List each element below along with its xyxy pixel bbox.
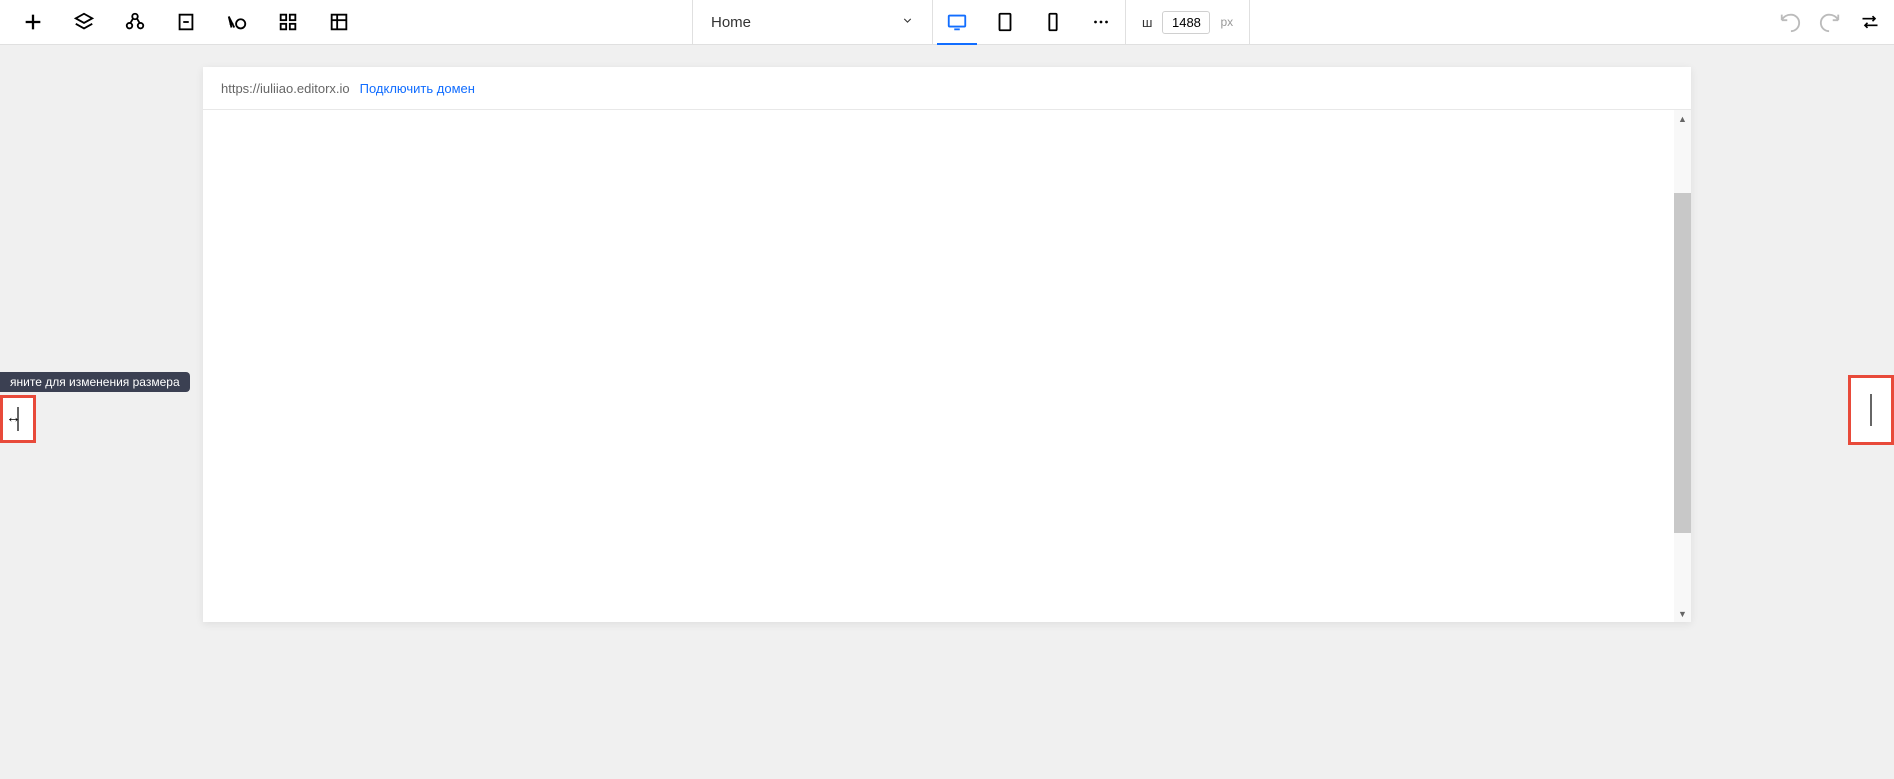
scroll-up-arrow[interactable]: ▲ <box>1674 110 1691 127</box>
mobile-viewport-button[interactable] <box>1029 0 1077 45</box>
scroll-thumb[interactable] <box>1674 193 1691 533</box>
page-selector[interactable]: Home <box>692 0 933 45</box>
swap-button[interactable] <box>1856 8 1884 36</box>
viewport-controls <box>933 0 1126 45</box>
url-bar: https://iuliiao.editorx.io Подключить до… <box>203 67 1691 110</box>
undo-button[interactable] <box>1776 8 1804 36</box>
theme-icon[interactable] <box>224 9 250 35</box>
resize-tooltip: яните для изменения размера <box>0 372 190 392</box>
masters-icon[interactable] <box>122 9 148 35</box>
connect-domain-link[interactable]: Подключить домен <box>360 81 475 96</box>
top-toolbar: Home ш px <box>0 0 1894 45</box>
page-icon[interactable] <box>173 9 199 35</box>
tablet-viewport-button[interactable] <box>981 0 1029 45</box>
cms-icon[interactable] <box>326 9 352 35</box>
layers-icon[interactable] <box>71 9 97 35</box>
desktop-viewport-button[interactable] <box>933 0 981 45</box>
width-unit: px <box>1220 15 1233 29</box>
canvas-content[interactable] <box>203 110 1691 622</box>
page-name: Home <box>711 14 751 31</box>
width-input[interactable] <box>1162 11 1210 34</box>
resize-handle-left[interactable] <box>0 395 36 443</box>
canvas-frame: https://iuliiao.editorx.io Подключить до… <box>203 67 1691 622</box>
width-label: ш <box>1142 15 1152 30</box>
scroll-track[interactable] <box>1674 127 1691 605</box>
apps-icon[interactable] <box>275 9 301 35</box>
more-viewport-button[interactable] <box>1077 0 1125 45</box>
redo-button[interactable] <box>1816 8 1844 36</box>
scroll-down-arrow[interactable]: ▼ <box>1674 605 1691 622</box>
canvas-area: https://iuliiao.editorx.io Подключить до… <box>0 45 1894 779</box>
resize-bar-icon <box>17 407 19 431</box>
chevron-down-icon <box>901 14 914 31</box>
add-icon[interactable] <box>20 9 46 35</box>
resize-bar-icon <box>1870 394 1872 426</box>
toolbar-left-group <box>10 9 352 35</box>
vertical-scrollbar[interactable]: ▲ ▼ <box>1674 110 1691 622</box>
width-controls: ш px <box>1126 0 1250 45</box>
resize-handle-right[interactable] <box>1848 375 1894 445</box>
site-url: https://iuliiao.editorx.io <box>221 81 350 96</box>
toolbar-right-group <box>1776 8 1884 36</box>
